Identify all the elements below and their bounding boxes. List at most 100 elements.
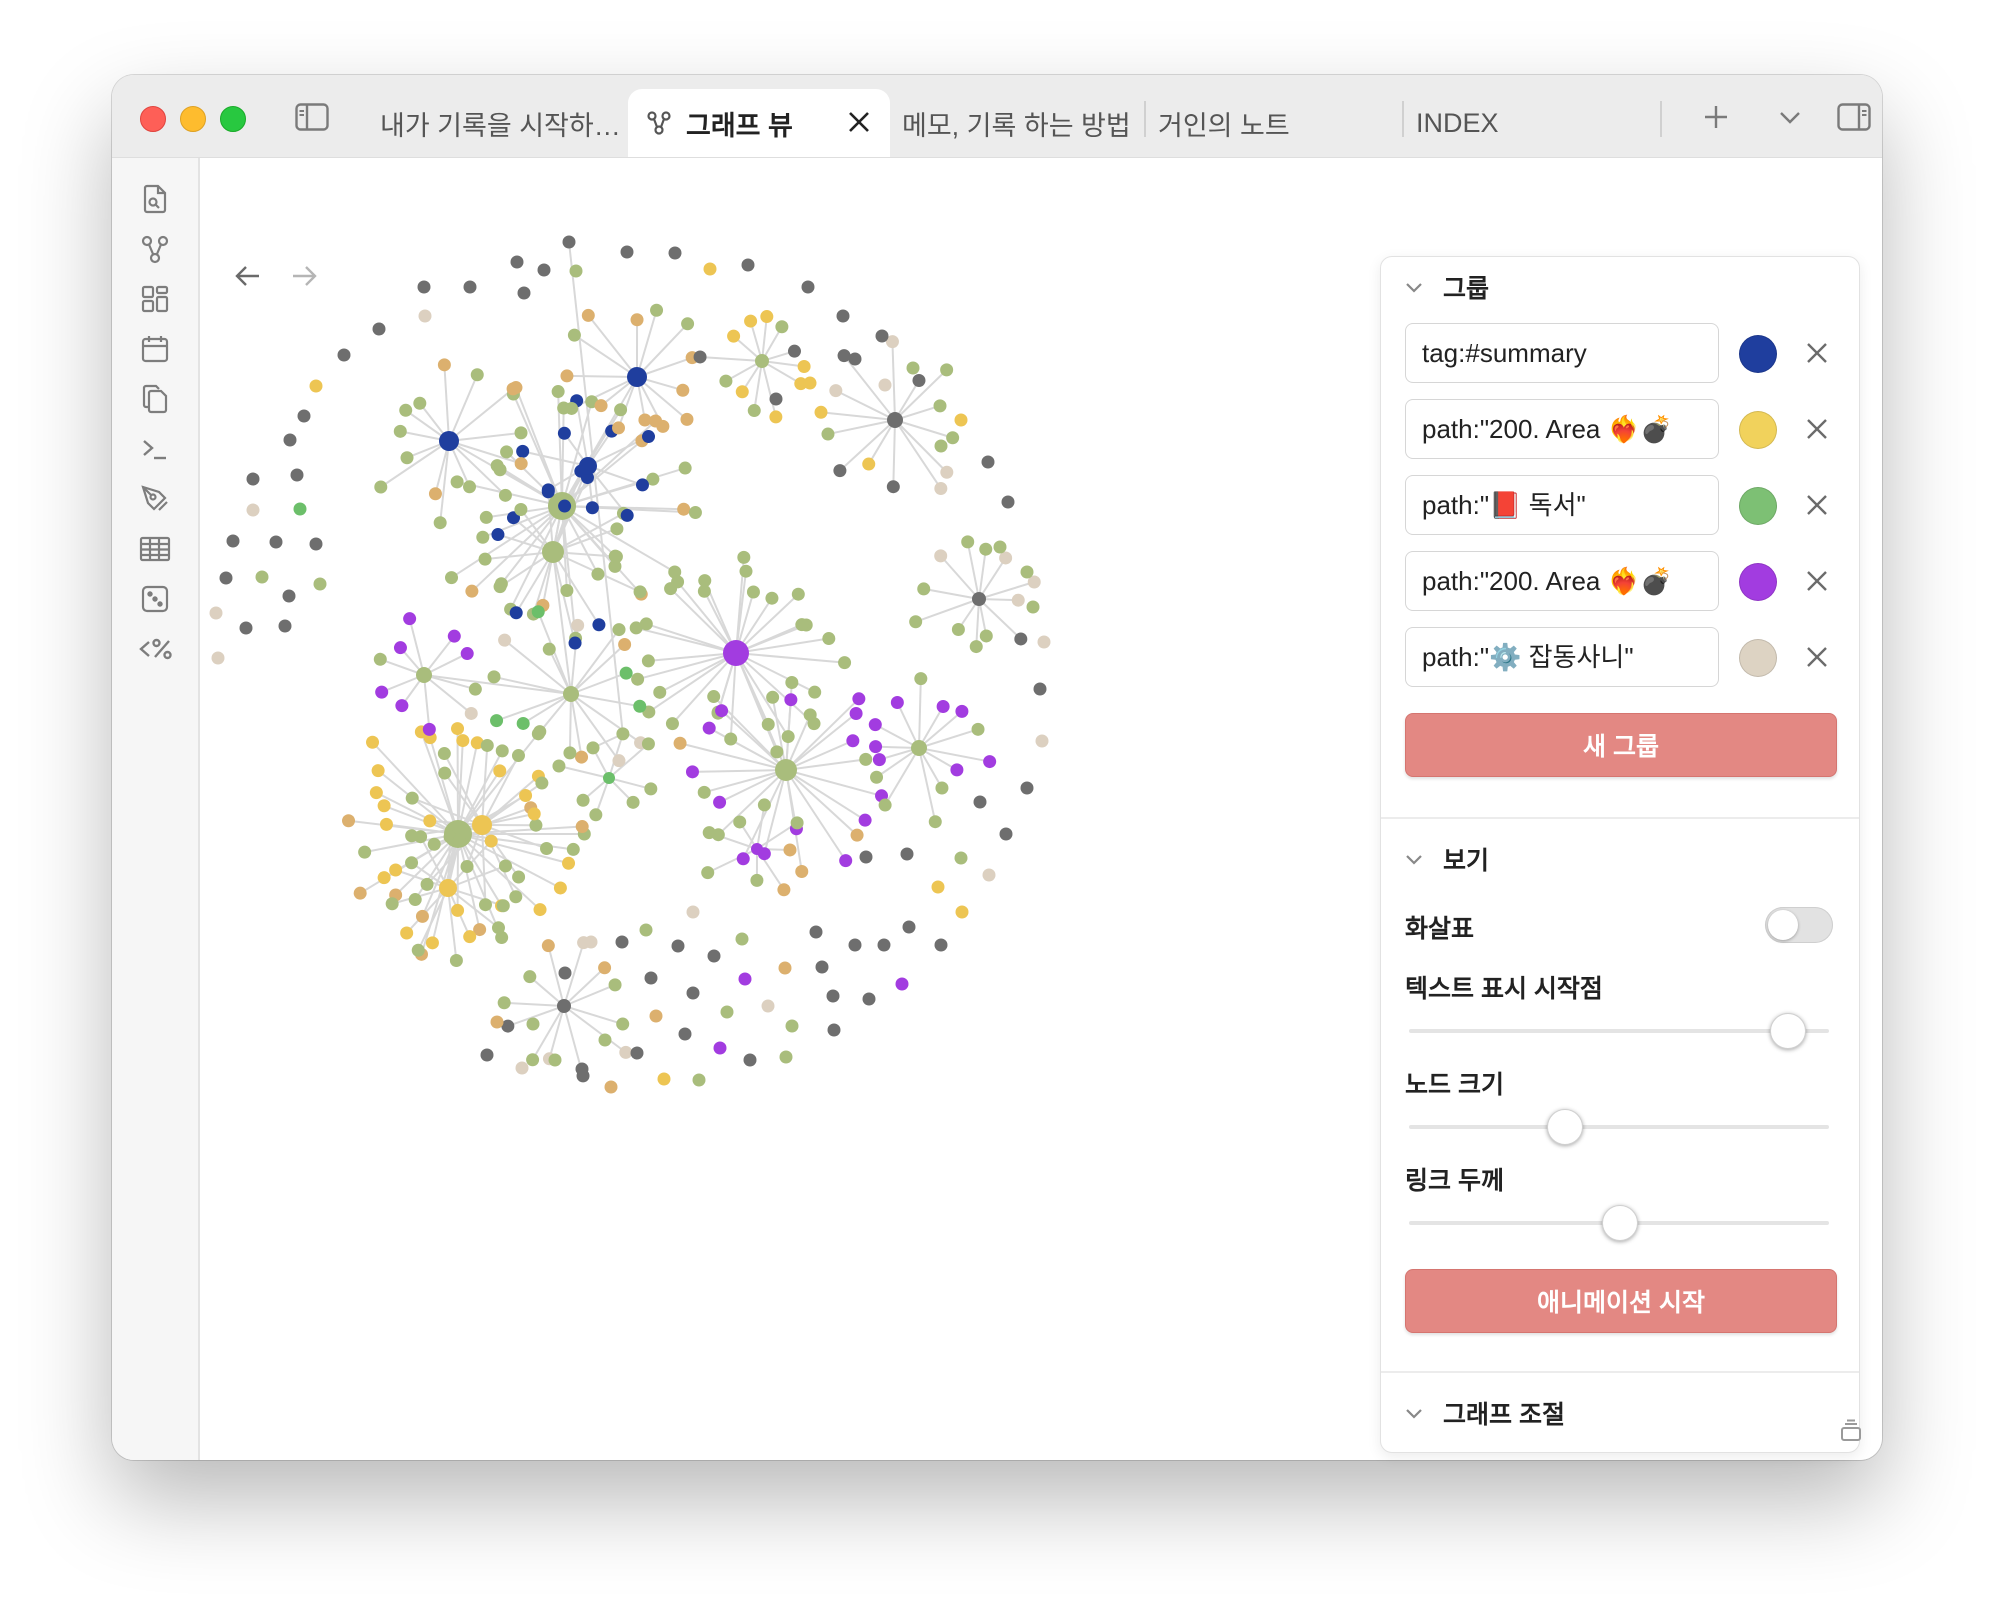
arrows-toggle[interactable]: [1765, 907, 1833, 943]
graph-node[interactable]: [870, 770, 884, 784]
graph-node[interactable]: [571, 618, 585, 632]
graph-node[interactable]: [641, 737, 655, 751]
graph-node[interactable]: [877, 938, 891, 952]
graph-node[interactable]: [713, 1041, 727, 1055]
graph-node[interactable]: [790, 816, 804, 830]
graph-node[interactable]: [576, 793, 590, 807]
graph-node[interactable]: [283, 433, 297, 447]
graph-node[interactable]: [766, 690, 780, 704]
groups-section-header[interactable]: 그룹: [1403, 267, 1489, 307]
graph-node[interactable]: [452, 833, 466, 847]
graph-node[interactable]: [464, 706, 478, 720]
graph-node[interactable]: [449, 954, 463, 968]
graph-node[interactable]: [950, 763, 964, 777]
graph-node[interactable]: [290, 468, 304, 482]
graph-node[interactable]: [552, 759, 566, 773]
display-section-header[interactable]: 보기: [1403, 839, 1489, 879]
graph-node[interactable]: [575, 820, 589, 834]
graph-node[interactable]: [779, 1050, 793, 1064]
graph-node[interactable]: [803, 376, 817, 390]
graph-node[interactable]: [757, 798, 771, 812]
graph-node[interactable]: [653, 685, 667, 699]
graph-node[interactable]: [685, 765, 699, 779]
graph-node[interactable]: [902, 920, 916, 934]
graph-node[interactable]: [784, 693, 798, 707]
graph-node[interactable]: [887, 412, 903, 428]
graph-node[interactable]: [480, 1048, 494, 1062]
graph-node[interactable]: [971, 722, 985, 736]
graph-node[interactable]: [540, 842, 554, 856]
graph-node[interactable]: [650, 303, 664, 317]
graph-node[interactable]: [433, 516, 447, 530]
graph-node[interactable]: [514, 502, 528, 516]
graph-node[interactable]: [373, 652, 387, 666]
graph-node[interactable]: [676, 383, 690, 397]
graph-node[interactable]: [490, 714, 504, 728]
graph-node[interactable]: [531, 605, 545, 619]
graph-node[interactable]: [733, 815, 747, 829]
table-icon[interactable]: [133, 527, 177, 571]
panel-collapse-icon[interactable]: [1838, 1418, 1868, 1448]
group-query-input[interactable]: path:"200. Area ❤️‍🔥💣: [1405, 399, 1719, 459]
graph-node[interactable]: [566, 842, 580, 856]
graph-node[interactable]: [514, 457, 528, 471]
random-note-dice-icon[interactable]: [133, 577, 177, 621]
graph-node[interactable]: [620, 508, 634, 522]
graph-node[interactable]: [575, 1062, 589, 1076]
graph-node[interactable]: [479, 510, 493, 524]
graph-node[interactable]: [423, 814, 437, 828]
graph-node[interactable]: [630, 1046, 644, 1060]
graph-node[interactable]: [795, 864, 809, 878]
graph-node[interactable]: [657, 1072, 671, 1086]
graph-node[interactable]: [761, 717, 775, 731]
graph-node[interactable]: [951, 622, 965, 636]
graph-node[interactable]: [609, 550, 623, 564]
graph-node[interactable]: [608, 978, 622, 992]
graph-node[interactable]: [594, 399, 608, 413]
graph-node[interactable]: [614, 403, 628, 417]
graph-node[interactable]: [955, 905, 969, 919]
graph-node[interactable]: [568, 636, 582, 650]
graph-node[interactable]: [969, 640, 983, 654]
graph-node[interactable]: [278, 619, 292, 633]
graph-node[interactable]: [393, 424, 407, 438]
graph-node[interactable]: [972, 592, 986, 606]
graph-node[interactable]: [878, 798, 892, 812]
graph-node[interactable]: [775, 759, 797, 781]
graph-node[interactable]: [707, 949, 721, 963]
group-query-input[interactable]: path:"⚙️ 잡동사니": [1405, 627, 1719, 687]
graph-node[interactable]: [484, 834, 498, 848]
graph-node[interactable]: [541, 483, 555, 497]
graph-node[interactable]: [940, 465, 954, 479]
graph-node[interactable]: [785, 1019, 799, 1033]
graph-node[interactable]: [934, 549, 948, 563]
graph-node[interactable]: [226, 534, 240, 548]
graph-node[interactable]: [366, 735, 380, 749]
graph-node[interactable]: [744, 314, 758, 328]
graph-node[interactable]: [906, 361, 920, 375]
graph-node[interactable]: [761, 999, 775, 1013]
graph-node[interactable]: [500, 445, 514, 459]
graph-node[interactable]: [1033, 682, 1047, 696]
graph-node[interactable]: [735, 385, 749, 399]
graph-node[interactable]: [849, 707, 863, 721]
templater-percent-icon[interactable]: [133, 627, 177, 671]
graph-node[interactable]: [417, 280, 431, 294]
graph-node[interactable]: [862, 457, 876, 471]
graph-node[interactable]: [954, 413, 968, 427]
graph-node[interactable]: [890, 695, 904, 709]
graph-node[interactable]: [598, 961, 612, 975]
graph-node[interactable]: [934, 938, 948, 952]
graph-node[interactable]: [741, 258, 755, 272]
graph-node[interactable]: [973, 795, 987, 809]
link-thickness-slider[interactable]: [1409, 1205, 1829, 1241]
graph-node[interactable]: [1020, 781, 1034, 795]
graph-node[interactable]: [619, 666, 633, 680]
graph-node[interactable]: [411, 943, 425, 957]
graph-node[interactable]: [567, 328, 581, 342]
graph-node[interactable]: [246, 472, 260, 486]
graph-node[interactable]: [928, 815, 942, 829]
graph-node[interactable]: [678, 461, 692, 475]
graph-node[interactable]: [512, 870, 526, 884]
graph-node[interactable]: [420, 877, 434, 891]
